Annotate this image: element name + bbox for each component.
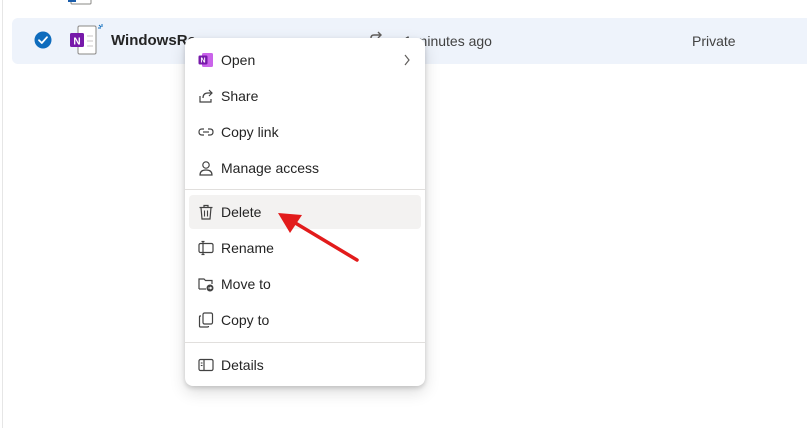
menu-item-copy-link[interactable]: Copy link bbox=[189, 115, 421, 149]
menu-item-open[interactable]: N Open bbox=[189, 43, 421, 77]
file-list-view: N WindowsRe 1 minutes ago Private N Open bbox=[0, 0, 807, 428]
menu-item-label: Move to bbox=[221, 276, 271, 292]
details-icon bbox=[198, 358, 214, 372]
menu-divider bbox=[185, 342, 425, 343]
menu-item-label: Share bbox=[221, 88, 259, 104]
svg-text:N: N bbox=[200, 58, 205, 65]
link-icon bbox=[198, 128, 214, 136]
menu-item-label: Delete bbox=[221, 204, 262, 220]
menu-item-label: Open bbox=[221, 52, 256, 68]
checkmark-circle-icon[interactable] bbox=[34, 31, 52, 49]
share-icon bbox=[199, 89, 213, 103]
menu-item-label: Copy link bbox=[221, 124, 279, 140]
menu-item-label: Rename bbox=[221, 240, 274, 256]
menu-item-copy-to[interactable]: Copy to bbox=[189, 303, 421, 337]
menu-divider bbox=[185, 189, 425, 190]
onenote-icon: N bbox=[198, 53, 213, 67]
menu-item-manage-access[interactable]: Manage access bbox=[189, 151, 421, 185]
rename-icon bbox=[198, 240, 214, 256]
pane-border bbox=[2, 0, 3, 428]
trash-icon bbox=[199, 204, 213, 220]
copy-icon bbox=[198, 312, 214, 328]
folder-move-icon bbox=[198, 278, 214, 292]
menu-item-label: Copy to bbox=[221, 312, 270, 328]
person-icon bbox=[199, 161, 213, 176]
chevron-right-icon bbox=[404, 54, 410, 66]
file-name[interactable]: WindowsRe bbox=[111, 32, 196, 49]
onenote-file-icon: N bbox=[70, 24, 103, 55]
annotation-arrow-icon bbox=[278, 213, 359, 262]
menu-item-share[interactable]: Share bbox=[189, 79, 421, 113]
sharing-status: Private bbox=[692, 33, 736, 49]
menu-item-details[interactable]: Details bbox=[189, 348, 421, 382]
menu-item-label: Manage access bbox=[221, 160, 320, 176]
menu-item-label: Details bbox=[221, 357, 264, 373]
svg-text:N: N bbox=[73, 37, 80, 48]
previous-file-icon[interactable] bbox=[68, 0, 94, 6]
